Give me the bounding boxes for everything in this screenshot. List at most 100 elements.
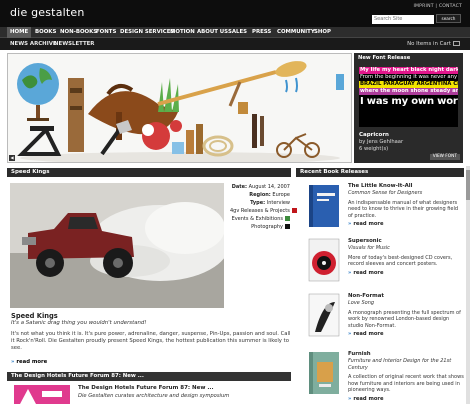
- meta-value: Interview: [266, 200, 290, 206]
- specimen-line: BRAZIL PARAGUAY ARGENTINA CHILE: [359, 81, 458, 88]
- nav-press[interactable]: PRESS: [252, 27, 271, 38]
- news-item-subtitle: Die Gestalten curates architecture and d…: [78, 393, 230, 399]
- recent-books-header: Recent Book Releases: [296, 168, 464, 177]
- news-item-thumbnail[interactable]: [14, 385, 70, 404]
- book-subtitle: Common Sense for Designers: [348, 190, 423, 196]
- cart-icon: [453, 41, 460, 46]
- legend-item: Events & Exhibitions: [230, 215, 290, 223]
- book-cover[interactable]: [305, 237, 343, 283]
- view-font-button[interactable]: VIEW FONT: [429, 154, 460, 160]
- book-description: An indispensable manual of what designer…: [348, 199, 459, 219]
- book-description: More of today's best-designed CD covers,…: [348, 254, 453, 268]
- arrow-icon: »: [11, 359, 15, 365]
- font-name[interactable]: Capricorn: [359, 132, 389, 138]
- book-info: Furnish Furniture and Interior Design fo…: [348, 350, 464, 402]
- book-info: Supersonic Visuals for Music More of tod…: [348, 237, 464, 276]
- meta-type: Type: Interview: [230, 199, 290, 207]
- specimen-line: My life my heart black night dark star: [359, 67, 458, 74]
- top-bar: die gestalten IMPRINT | CONTACT search: [0, 0, 470, 27]
- arrow-icon: »: [348, 331, 352, 337]
- book-subtitle: Visuals for Music: [348, 245, 390, 251]
- cart-text: No Items in Cart: [407, 41, 451, 47]
- new-font-release-title: New Font Release: [358, 55, 411, 61]
- page-scrollbar-thumb[interactable]: [466, 170, 470, 200]
- nav-non-books[interactable]: NON-BOOKS: [60, 27, 97, 38]
- meta-label: Region:: [249, 192, 271, 198]
- nav-design-services[interactable]: DESIGN SERVICES: [120, 27, 174, 38]
- legend-item: 4gv Releases & Projects: [230, 207, 297, 215]
- arrow-icon: »: [348, 269, 352, 276]
- nav-shop[interactable]: SHOP: [314, 27, 331, 38]
- page-scrollbar[interactable]: [466, 166, 470, 404]
- top-links: IMPRINT | CONTACT: [413, 4, 462, 9]
- feature-photo[interactable]: [10, 183, 224, 308]
- book-subtitle: Furniture and Interior Design for the 21…: [348, 358, 452, 371]
- book-cover-art: [309, 352, 339, 394]
- news-item-title[interactable]: The Design Hotels Future Forum 87: New .…: [78, 385, 214, 391]
- read-more-label: read more: [353, 269, 384, 276]
- cart-status[interactable]: No Items in Cart: [407, 38, 460, 50]
- legend-swatch-green: [285, 215, 290, 221]
- magenta-thumbnail-art: [14, 385, 70, 404]
- news-item-header[interactable]: The Design Hotels Future Forum 87: New .…: [7, 372, 291, 381]
- nav-community[interactable]: COMMUNITY: [277, 27, 315, 38]
- nav-fonts[interactable]: FONTS: [96, 27, 116, 38]
- legend-swatch-black: [285, 223, 290, 229]
- site-logo[interactable]: die gestalten: [10, 6, 85, 19]
- hero-illustration: [8, 54, 351, 162]
- book-read-more-link[interactable]: » read more: [348, 331, 464, 337]
- search-button[interactable]: search: [436, 14, 461, 23]
- legend-label: Events & Exhibitions: [231, 216, 283, 222]
- meta-label: Type:: [250, 200, 266, 206]
- main-navigation: HOME BOOKS NON-BOOKS FONTS DESIGN SERVIC…: [0, 27, 470, 38]
- feature-meta: Date: August 14, 2007 Region: Europe Typ…: [230, 183, 297, 231]
- nav-home[interactable]: HOME: [7, 27, 32, 38]
- nav-news-archive[interactable]: NEWS ARCHIVE: [10, 38, 57, 50]
- book-read-more-link[interactable]: » read more: [348, 221, 464, 227]
- book-description: A collection of original recent work tha…: [348, 374, 464, 393]
- arrow-icon: »: [348, 395, 352, 402]
- hero-prev-button[interactable]: ◀: [9, 155, 15, 161]
- book-cover-art: [308, 238, 340, 282]
- feature-read-more-link[interactable]: » read more: [11, 359, 47, 365]
- new-font-release-panel: New Font Release My life my heart black …: [354, 53, 463, 163]
- book-title[interactable]: Supersonic: [348, 237, 464, 245]
- nav-newsletter[interactable]: NEWSLETTER: [54, 38, 94, 50]
- contact-link[interactable]: CONTACT: [439, 4, 462, 9]
- hero-image[interactable]: ◀: [7, 53, 352, 163]
- feature-section-header: Speed Kings: [7, 168, 291, 177]
- imprint-link[interactable]: IMPRINT: [413, 4, 433, 9]
- book-title[interactable]: The Little Know-It-All: [348, 182, 464, 190]
- nav-motion[interactable]: MOTION: [170, 27, 195, 38]
- read-more-label: read more: [353, 221, 384, 227]
- meta-value: August 14, 2007: [248, 184, 290, 190]
- font-specimen[interactable]: My life my heart black night dark star F…: [359, 67, 458, 127]
- legend-label: 4gv Releases & Projects: [230, 208, 290, 214]
- hot-rod-illustration: [10, 183, 224, 308]
- nav-about-us[interactable]: ABOUT US: [197, 27, 228, 38]
- legend-swatch-red: [291, 207, 297, 213]
- feature-subtitle: It's a Satanic drag thing you wouldn't u…: [11, 320, 147, 326]
- feature-body: It's not what you think it is. It's pure…: [11, 331, 291, 352]
- search-input[interactable]: [372, 14, 434, 24]
- nav-books[interactable]: BOOKS: [35, 27, 56, 38]
- meta-region: Region: Europe: [230, 191, 290, 199]
- book-read-more-link[interactable]: » read more: [348, 270, 464, 276]
- read-more-label: read more: [16, 359, 48, 365]
- meta-value: Europe: [272, 192, 290, 198]
- book-read-more-link[interactable]: » read more: [348, 396, 464, 402]
- book-description: A monograph presenting the full spectrum…: [348, 309, 461, 329]
- font-weights: 6 weight(s): [359, 145, 389, 152]
- nav-sales[interactable]: SALES: [228, 27, 247, 38]
- meta-date: Date: August 14, 2007: [230, 183, 290, 191]
- book-title[interactable]: Furnish: [348, 350, 464, 358]
- book-subtitle: Love Song: [348, 300, 375, 306]
- top-link-separator: |: [435, 4, 438, 9]
- book-cover[interactable]: [305, 292, 343, 338]
- font-author: by Jens Gehlhaar: [359, 139, 404, 145]
- feature-title[interactable]: Speed Kings: [11, 312, 58, 320]
- book-cover[interactable]: [305, 183, 343, 229]
- book-cover[interactable]: [305, 350, 343, 396]
- meta-label: Date:: [231, 184, 248, 190]
- book-title[interactable]: Non-Format: [348, 292, 464, 300]
